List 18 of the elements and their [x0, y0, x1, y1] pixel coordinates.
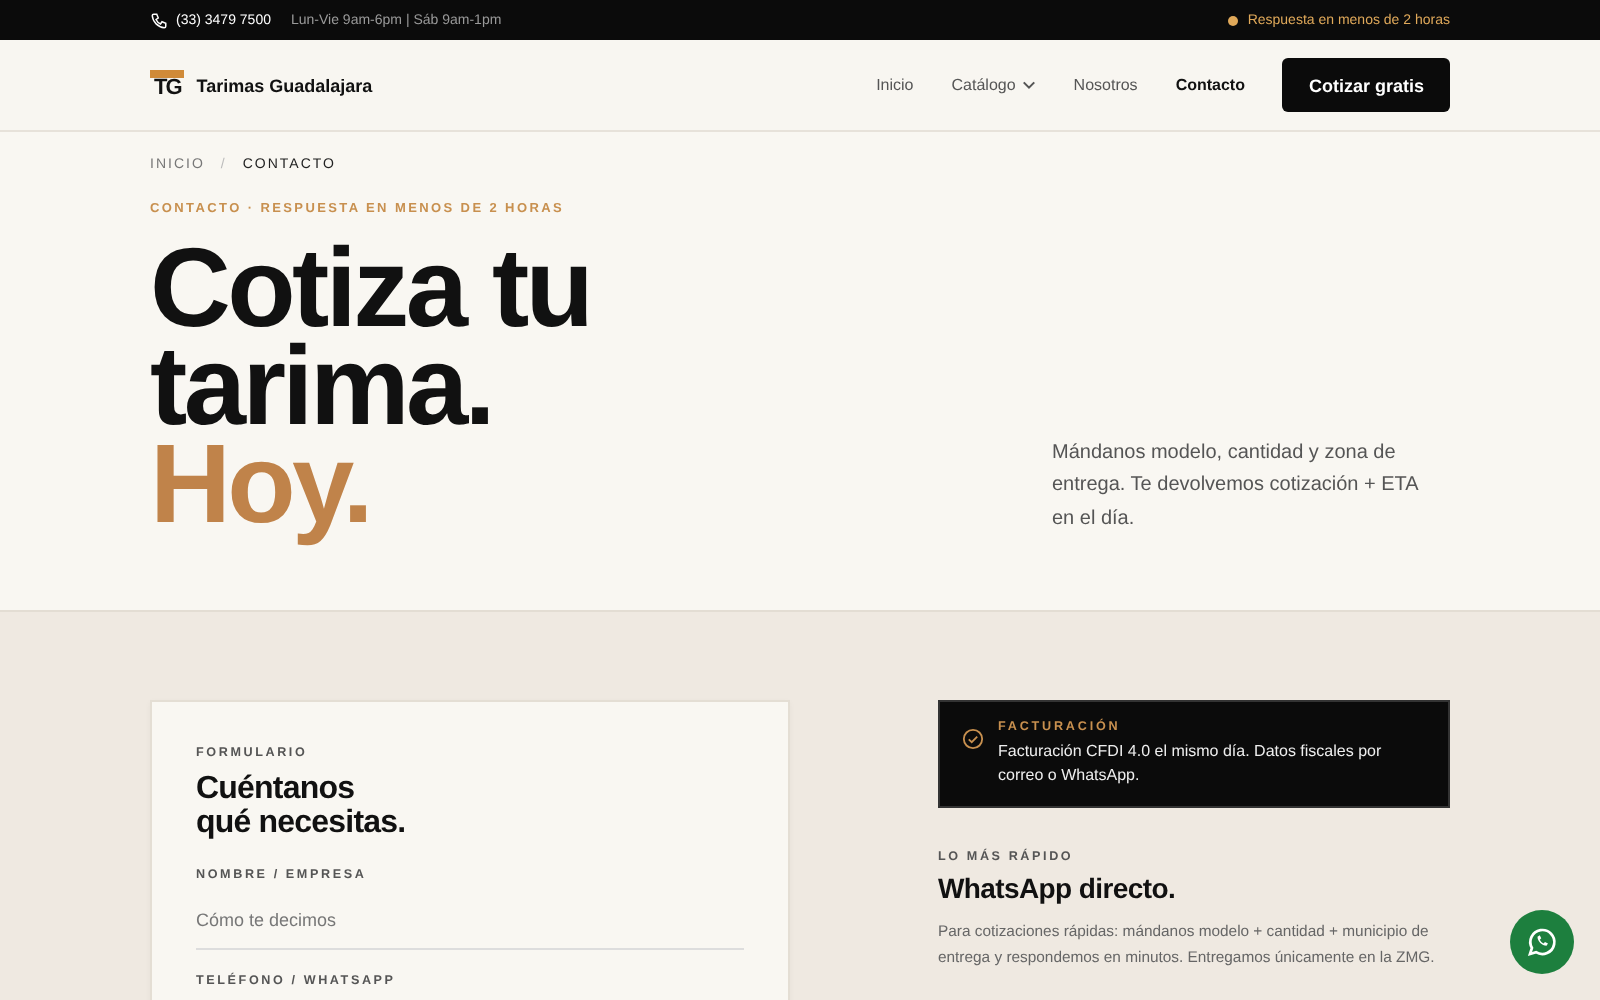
input-field[interactable]: Cómo te decimos — [196, 902, 744, 950]
whatsapp-fab[interactable] — [1510, 910, 1574, 974]
nav-link[interactable]: Inicio — [876, 76, 914, 94]
nav-link[interactable]: Contacto — [1175, 76, 1245, 94]
quote-button[interactable]: Cotizar gratis — [1282, 58, 1450, 112]
nav-link[interactable]: Nosotros — [1073, 76, 1138, 94]
brand-name[interactable]: Tarimas Guadalajara — [196, 75, 373, 95]
status-dot — [1227, 15, 1238, 25]
chevron-down-icon — [1021, 80, 1036, 90]
nav-link[interactable]: Catálogo — [951, 76, 1036, 94]
logo-mark[interactable]: TG — [150, 70, 185, 100]
chat-bubble-icon — [1524, 924, 1560, 960]
check-circle-icon — [962, 728, 984, 750]
hero-intro: Mándanos modelo, cantidad y zona de entrega. Te devolvemos cotización + ETA en el día. — [1052, 439, 1421, 533]
phone-icon — [150, 11, 168, 29]
whatsapp-title: WhatsApp directo. — [938, 872, 1178, 904]
form-title: Cuéntanos qué necesitas. — [196, 772, 408, 840]
billing-text: Facturación CFDI 4.0 el mismo día. Datos fiscales por correo o WhatsApp. — [998, 740, 1384, 786]
